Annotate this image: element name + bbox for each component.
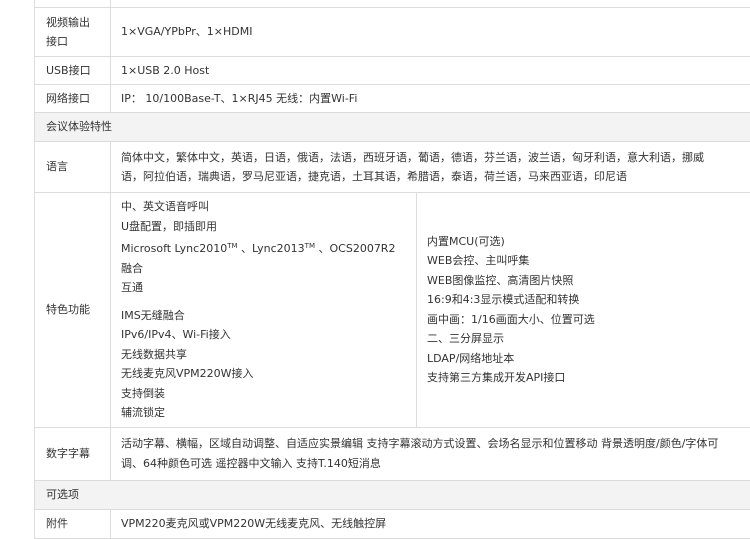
spec-sheet: 视频输出 接口 1×VGA/YPbPr、1×HDMI USB接口 1×USB 2…	[34, 0, 750, 539]
features-grid: 中、英文语音呼叫 U盘配置，即插即用 Microsoft Lync2010TM …	[111, 193, 750, 427]
row-value: 1×VGA/YPbPr、1×HDMI	[111, 8, 750, 57]
feature-item: 中、英文语音呼叫	[121, 197, 406, 217]
table-row-language: 语言 简体中文，繁体中文，英语，日语，俄语，法语，西班牙语，葡语，德语，芬兰语，…	[35, 142, 750, 193]
trademark: TM	[305, 242, 315, 250]
row-label: USB接口	[35, 57, 111, 85]
features-left-column: 中、英文语音呼叫 U盘配置，即插即用 Microsoft Lync2010TM …	[111, 193, 417, 427]
trademark: TM	[227, 242, 237, 250]
feature-item: 无线麦克风VPM220W接入	[121, 364, 406, 384]
feature-item: IMS无缝融合	[121, 306, 406, 326]
feature-item: 画中画：1/16画面大小、位置可选	[427, 310, 750, 330]
value-line: 简体中文，繁体中文，英语，日语，俄语，法语，西班牙语，葡语，德语，芬兰语，波兰语…	[121, 148, 742, 168]
row-value: VPM220麦克风或VPM220W无线麦克风、无线触控屏	[111, 509, 750, 538]
row-label: 附件	[35, 509, 111, 538]
row-label: 语言	[35, 142, 111, 193]
section-title: 会议体验特性	[35, 113, 750, 142]
row-label: 数字字幕	[35, 427, 111, 480]
feature-item-lync: Microsoft Lync2010TM 、Lync2013TM 、OCS200…	[121, 239, 406, 278]
row-label: 网络接口	[35, 85, 111, 113]
table-row-features: 特色功能 中、英文语音呼叫 U盘配置，即插即用 Microsoft Lync20…	[35, 193, 750, 428]
section-header-meeting: 会议体验特性	[35, 113, 750, 142]
row-value	[111, 0, 750, 8]
feature-item: 二、三分屏显示	[427, 329, 750, 349]
label-line: 视频输出	[46, 13, 110, 33]
table-row-accessory: 附件 VPM220麦克风或VPM220W无线麦克风、无线触控屏	[35, 509, 750, 538]
feature-item: 支持第三方集成开发API接口	[427, 368, 750, 388]
value-line: 语，阿拉伯语，瑞典语，罗马尼亚语，捷克语，土耳其语，希腊语，泰语，荷兰语，马来西…	[121, 167, 742, 187]
row-value: 1×USB 2.0 Host	[111, 57, 750, 85]
table-row-network: 网络接口 IP： 10/100Base-T、1×RJ45 无线：内置Wi-Fi	[35, 85, 750, 113]
row-label	[35, 0, 111, 8]
row-value: 活动字幕、横幅，区域自动调整、自适应实景编辑 支持字幕滚动方式设置、会场名显示和…	[111, 427, 750, 480]
feature-item: 无线数据共享	[121, 345, 406, 365]
feature-item: 辅流锁定	[121, 403, 406, 423]
row-value: 中、英文语音呼叫 U盘配置，即插即用 Microsoft Lync2010TM …	[111, 193, 750, 428]
feature-item: LDAP/网络地址本	[427, 349, 750, 369]
table-row-usb: USB接口 1×USB 2.0 Host	[35, 57, 750, 85]
feature-text: 、Lync2013	[238, 242, 305, 255]
spec-table: 视频输出 接口 1×VGA/YPbPr、1×HDMI USB接口 1×USB 2…	[34, 0, 750, 539]
label-line: 接口	[46, 32, 110, 52]
row-value: IP： 10/100Base-T、1×RJ45 无线：内置Wi-Fi	[111, 85, 750, 113]
feature-item: WEB图像监控、高清图片快照	[427, 271, 750, 291]
feature-item: 互通	[121, 278, 406, 298]
feature-item: IPv6/IPv4、Wi-Fi接入	[121, 325, 406, 345]
feature-item: U盘配置，即插即用	[121, 217, 406, 237]
section-title: 可选项	[35, 480, 750, 509]
table-row-subtitle: 数字字幕 活动字幕、横幅，区域自动调整、自适应实景编辑 支持字幕滚动方式设置、会…	[35, 427, 750, 480]
value-line: 活动字幕、横幅，区域自动调整、自适应实景编辑 支持字幕滚动方式设置、会场名显示和…	[121, 434, 742, 454]
feature-item: 支持倒装	[121, 384, 406, 404]
feature-item: WEB会控、主叫呼集	[427, 251, 750, 271]
row-label: 特色功能	[35, 193, 111, 428]
table-row-video-output: 视频输出 接口 1×VGA/YPbPr、1×HDMI	[35, 8, 750, 57]
feature-item: 内置MCU(可选)	[427, 232, 750, 252]
section-header-optional: 可选项	[35, 480, 750, 509]
features-right-column: 内置MCU(可选) WEB会控、主叫呼集 WEB图像监控、高清图片快照 16:9…	[417, 232, 750, 388]
row-value: 简体中文，繁体中文，英语，日语，俄语，法语，西班牙语，葡语，德语，芬兰语，波兰语…	[111, 142, 750, 193]
value-line: 调、64种颜色可选 遥控器中文输入 支持T.140短消息	[121, 454, 742, 474]
table-row	[35, 0, 750, 8]
spacer	[121, 298, 406, 306]
feature-item: 16:9和4:3显示模式适配和转换	[427, 290, 750, 310]
feature-text: Microsoft Lync2010	[121, 242, 227, 255]
row-label: 视频输出 接口	[35, 8, 111, 57]
